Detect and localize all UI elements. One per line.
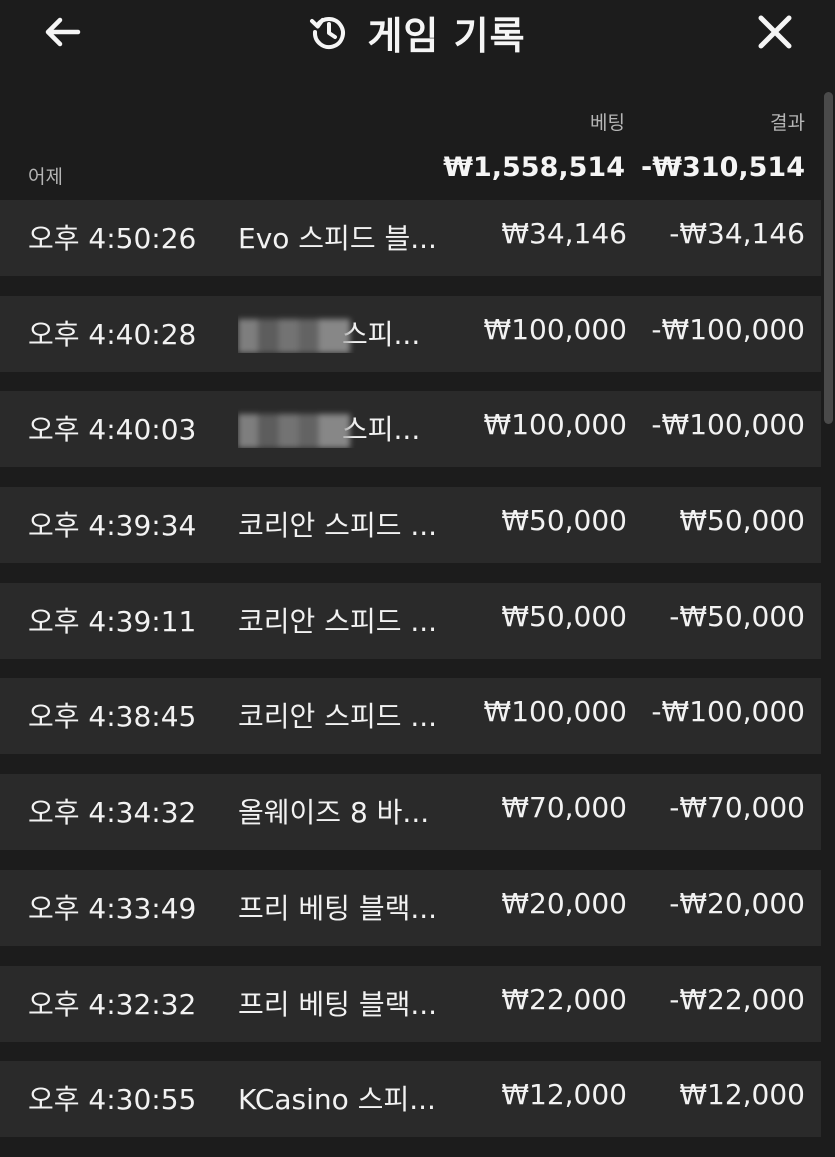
close-icon [758, 15, 792, 49]
row-game: 코리안 스피드 ... [238, 604, 438, 638]
row-bet: ₩100,000 [483, 312, 627, 346]
row-time: 오후 4:38:45 [28, 700, 197, 734]
row-result: -₩50,000 [669, 599, 805, 633]
row-time: 오후 4:40:03 [28, 413, 197, 447]
row-bet: ₩20,000 [501, 886, 627, 920]
row-game: 코리안 스피드 ... [238, 509, 438, 543]
row-game: 올웨이즈 8 바... [238, 796, 430, 830]
obscured-game-name [238, 318, 350, 353]
page-title: 게임 기록 [367, 13, 526, 58]
row-time: 오후 4:32:32 [28, 987, 197, 1021]
row-time: 오후 4:39:11 [28, 604, 197, 638]
history-row[interactable]: 오후 4:40:03 스피... ₩100,000 -₩100,000 [0, 391, 821, 468]
row-bet: ₩50,000 [501, 504, 627, 538]
history-list: 오후 4:50:26 Evo 스피드 블... ₩34,146 -₩34,146… [0, 200, 821, 1157]
row-result: -₩22,000 [669, 982, 805, 1016]
history-icon [310, 17, 346, 49]
row-time: 오후 4:40:28 [28, 317, 197, 351]
history-row[interactable]: 오후 4:33:49 프리 베팅 블랙... ₩20,000 -₩20,000 [0, 869, 821, 946]
history-row[interactable]: 오후 4:40:28 스피... ₩100,000 -₩100,000 [0, 295, 821, 372]
row-result: -₩100,000 [651, 695, 805, 729]
row-bet: ₩22,000 [501, 982, 627, 1016]
header: 게임 기록 [0, 0, 835, 64]
row-game: 프리 베팅 블랙... [238, 987, 438, 1021]
row-game-suffix: 스피... [342, 317, 421, 351]
column-headers: 베팅 결과 [0, 108, 835, 134]
title-group: 게임 기록 [0, 6, 835, 58]
obscured-game-name [238, 414, 350, 449]
bet-total: ₩1,558,514 [443, 152, 625, 183]
row-result: -₩34,146 [669, 217, 805, 250]
row-game: 스피... [238, 408, 443, 449]
column-header-result: 결과 [770, 112, 805, 134]
row-game: 코리안 스피드 ... [238, 700, 438, 734]
row-time: 오후 4:50:26 [28, 222, 197, 255]
history-row[interactable]: 오후 4:50:26 Evo 스피드 블... ₩34,146 -₩34,146 [0, 200, 821, 276]
row-bet: ₩12,000 [501, 1078, 627, 1112]
row-bet: ₩100,000 [483, 408, 627, 442]
history-row[interactable]: 오후 4:32:32 프리 베팅 블랙... ₩22,000 -₩22,000 [0, 965, 821, 1042]
column-header-bet: 베팅 [590, 112, 625, 134]
row-bet: ₩34,146 [501, 217, 627, 250]
row-result: -₩20,000 [669, 886, 805, 920]
history-row[interactable]: 오후 4:39:11 코리안 스피드 ... ₩50,000 -₩50,000 [0, 582, 821, 659]
row-time: 오후 4:39:34 [28, 509, 197, 543]
row-game: KCasino 스피... [238, 1083, 436, 1117]
row-bet: ₩70,000 [501, 791, 627, 825]
row-game: 스피... [238, 313, 443, 353]
close-button[interactable] [753, 10, 797, 54]
scrollbar[interactable] [824, 92, 833, 424]
row-game-suffix: 스피... [342, 413, 421, 447]
history-row[interactable]: 오후 4:30:55 KCasino 스피... ₩12,000 ₩12,000 [0, 1061, 821, 1138]
row-result: -₩100,000 [651, 312, 805, 346]
row-result: -₩100,000 [651, 408, 805, 442]
row-game: Evo 스피드 블... [238, 222, 437, 255]
day-label: 어제 [28, 166, 63, 188]
row-time: 오후 4:33:49 [28, 891, 197, 925]
result-total: -₩310,514 [641, 152, 805, 183]
row-result: -₩70,000 [669, 791, 805, 825]
row-bet: ₩50,000 [501, 599, 627, 633]
history-row[interactable]: 오후 4:39:34 코리안 스피드 ... ₩50,000 ₩50,000 [0, 487, 821, 564]
history-row[interactable]: 오후 4:38:45 코리안 스피드 ... ₩100,000 -₩100,00… [0, 678, 821, 755]
row-game: 프리 베팅 블랙... [238, 891, 438, 925]
row-result: ₩50,000 [679, 504, 805, 538]
row-bet: ₩100,000 [483, 695, 627, 729]
day-summary: 어제 ₩1,558,514 -₩310,514 [0, 150, 835, 192]
row-time: 오후 4:30:55 [28, 1083, 197, 1117]
row-time: 오후 4:34:32 [28, 796, 197, 830]
history-row[interactable]: 오후 4:34:32 올웨이즈 8 바... ₩70,000 -₩70,000 [0, 774, 821, 851]
row-result: ₩12,000 [679, 1078, 805, 1112]
